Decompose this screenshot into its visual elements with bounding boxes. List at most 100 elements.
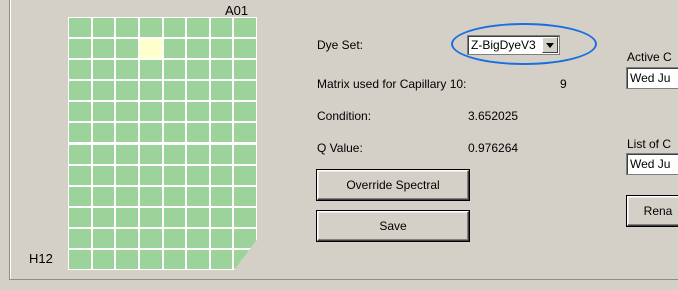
capillary-well[interactable]	[210, 123, 233, 143]
capillary-well[interactable]	[234, 228, 256, 248]
capillary-well[interactable]	[116, 186, 138, 206]
capillary-well[interactable]	[92, 81, 115, 101]
capillary-well[interactable]	[92, 144, 115, 164]
capillary-well[interactable]	[92, 60, 115, 80]
capillary-well[interactable]	[210, 144, 233, 164]
capillary-well[interactable]	[69, 81, 91, 101]
capillary-well[interactable]	[163, 81, 186, 101]
capillary-well[interactable]	[116, 81, 138, 101]
capillary-well[interactable]	[69, 165, 91, 185]
capillary-well[interactable]	[139, 60, 162, 80]
capillary-well[interactable]	[139, 207, 162, 227]
capillary-well[interactable]	[92, 249, 115, 269]
capillary-well[interactable]	[210, 207, 233, 227]
capillary-well[interactable]	[163, 207, 186, 227]
capillary-well[interactable]	[234, 60, 256, 80]
dropdown-button[interactable]	[542, 37, 558, 53]
capillary-well[interactable]	[187, 60, 209, 80]
capillary-well[interactable]	[92, 228, 115, 248]
capillary-well[interactable]	[116, 123, 138, 143]
capillary-well[interactable]	[234, 186, 256, 206]
capillary-well[interactable]	[187, 228, 209, 248]
capillary-well[interactable]	[69, 39, 91, 59]
capillary-well[interactable]	[69, 102, 91, 122]
capillary-well[interactable]	[210, 102, 233, 122]
capillary-well[interactable]	[163, 249, 186, 269]
dye-set-dropdown[interactable]: Z-BigDyeV3	[467, 35, 560, 55]
capillary-well[interactable]	[116, 18, 138, 38]
capillary-well[interactable]	[234, 102, 256, 122]
active-calibration-field[interactable]: Wed Ju	[626, 67, 678, 89]
capillary-well[interactable]	[116, 39, 138, 59]
capillary-well[interactable]	[210, 18, 233, 38]
capillary-well[interactable]	[92, 18, 115, 38]
capillary-well[interactable]	[139, 123, 162, 143]
capillary-well[interactable]	[139, 228, 162, 248]
save-button[interactable]: Save	[317, 211, 469, 241]
capillary-well[interactable]	[69, 228, 91, 248]
capillary-well[interactable]	[139, 144, 162, 164]
capillary-well[interactable]	[69, 60, 91, 80]
capillary-well[interactable]	[234, 165, 256, 185]
capillary-well[interactable]	[234, 18, 256, 38]
capillary-well[interactable]	[187, 81, 209, 101]
capillary-well[interactable]	[116, 144, 138, 164]
capillary-well[interactable]	[69, 123, 91, 143]
capillary-well[interactable]	[210, 249, 233, 269]
capillary-well[interactable]	[187, 123, 209, 143]
capillary-well[interactable]	[116, 249, 138, 269]
capillary-well[interactable]	[187, 186, 209, 206]
capillary-well[interactable]	[116, 60, 138, 80]
capillary-well[interactable]	[234, 144, 256, 164]
capillary-well[interactable]	[163, 102, 186, 122]
capillary-well[interactable]	[69, 249, 91, 269]
capillary-well[interactable]	[116, 102, 138, 122]
capillary-well[interactable]	[139, 165, 162, 185]
capillary-well[interactable]	[210, 186, 233, 206]
capillary-well[interactable]	[163, 39, 186, 59]
capillary-well[interactable]	[163, 228, 186, 248]
capillary-well[interactable]	[116, 165, 138, 185]
capillary-well[interactable]	[92, 123, 115, 143]
capillary-well[interactable]	[69, 18, 91, 38]
override-spectral-button[interactable]: Override Spectral	[317, 170, 469, 200]
capillary-well[interactable]	[69, 144, 91, 164]
capillary-well[interactable]	[139, 186, 162, 206]
capillary-well[interactable]	[187, 207, 209, 227]
capillary-well[interactable]	[234, 123, 256, 143]
capillary-well[interactable]	[139, 81, 162, 101]
capillary-well[interactable]	[187, 102, 209, 122]
capillary-well[interactable]	[234, 39, 256, 59]
capillary-well[interactable]	[163, 123, 186, 143]
capillary-well[interactable]	[163, 165, 186, 185]
capillary-well[interactable]	[187, 249, 209, 269]
capillary-well[interactable]	[92, 207, 115, 227]
capillary-well[interactable]	[163, 60, 186, 80]
capillary-well[interactable]	[69, 186, 91, 206]
capillary-well[interactable]	[187, 165, 209, 185]
capillary-well[interactable]	[234, 81, 256, 101]
capillary-well[interactable]	[92, 39, 115, 59]
capillary-well[interactable]	[210, 81, 233, 101]
capillary-well[interactable]	[210, 228, 233, 248]
capillary-well[interactable]	[210, 60, 233, 80]
capillary-well[interactable]	[187, 39, 209, 59]
capillary-well[interactable]	[187, 18, 209, 38]
capillary-well[interactable]	[210, 165, 233, 185]
capillary-well[interactable]	[139, 102, 162, 122]
capillary-well[interactable]	[139, 18, 162, 38]
capillary-well[interactable]	[139, 39, 162, 59]
capillary-well[interactable]	[116, 228, 138, 248]
rename-button[interactable]: Rena	[627, 196, 678, 226]
capillary-well[interactable]	[69, 207, 91, 227]
capillary-well[interactable]	[116, 207, 138, 227]
capillary-well[interactable]	[139, 249, 162, 269]
capillary-well[interactable]	[92, 186, 115, 206]
capillary-well[interactable]	[163, 144, 186, 164]
capillary-well[interactable]	[210, 39, 233, 59]
calibration-list[interactable]: Wed Ju	[626, 153, 678, 175]
capillary-well[interactable]	[163, 18, 186, 38]
capillary-well[interactable]	[187, 144, 209, 164]
capillary-well[interactable]	[163, 186, 186, 206]
capillary-well[interactable]	[92, 102, 115, 122]
